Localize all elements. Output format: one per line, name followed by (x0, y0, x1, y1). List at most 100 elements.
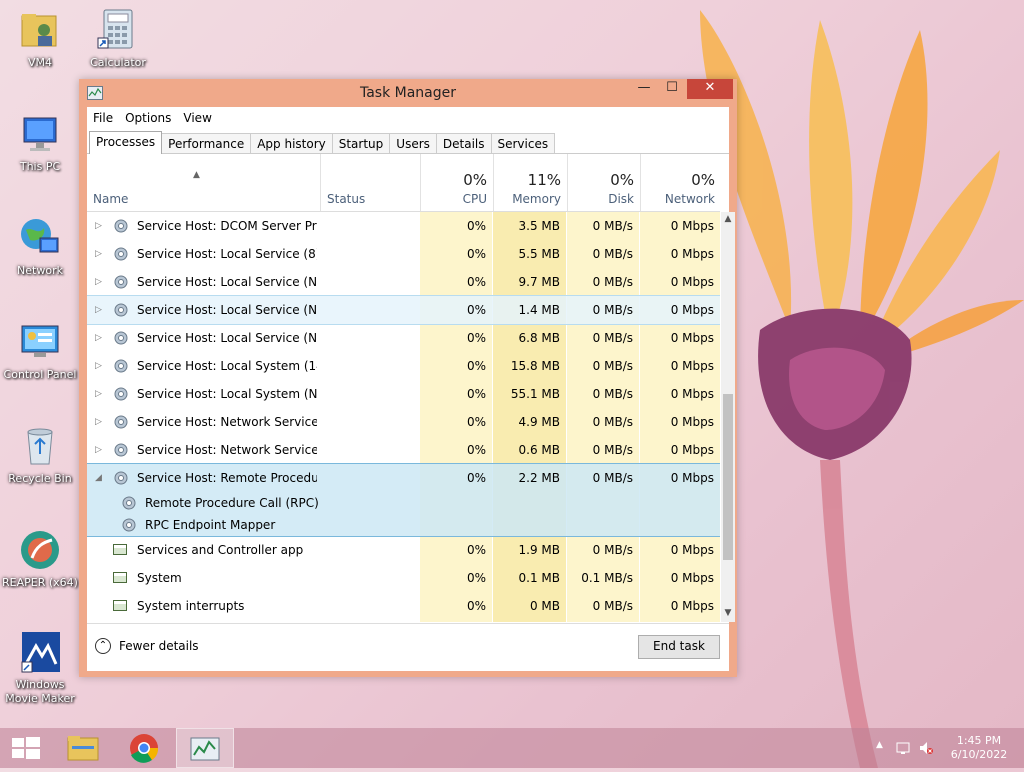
expand-arrow-icon[interactable]: ▷ (95, 352, 102, 380)
column-header-disk[interactable]: 0% Disk (567, 154, 640, 211)
chrome-icon (130, 734, 159, 763)
process-row[interactable]: ▷ Service Host: Local Service (No ... 0% 6.… (87, 324, 720, 352)
computer-icon (18, 112, 62, 156)
process-row[interactable]: ▷ Service Host: DCOM Server Proc... 0% 3.5 … (87, 212, 720, 240)
service-child-row[interactable]: Remote Procedure Call (RPC) (87, 492, 417, 514)
process-name: Service Host: Network Service (5) (137, 415, 317, 429)
desktop-icon-reaper[interactable]: REAPER (x64) (2, 528, 78, 590)
tab-performance[interactable]: Performance (161, 133, 252, 154)
desktop-icon-this-pc[interactable]: This PC (2, 112, 78, 174)
fewer-details-button[interactable]: ⌃ Fewer details (95, 638, 199, 654)
expand-arrow-icon[interactable]: ▷ (95, 240, 102, 268)
process-cpu: 0% (466, 359, 486, 373)
process-row[interactable]: ▷ Service Host: Local Service (No I... 0% 1… (87, 295, 720, 325)
desktop-icon-movie-maker[interactable]: Windows Movie Maker (2, 630, 78, 706)
taskbar-chrome[interactable] (116, 728, 172, 768)
process-row[interactable]: System interrupts 0% 0 MB 0 MB/s 0 Mbps (87, 592, 720, 620)
desktop-icon-network[interactable]: Network (2, 216, 78, 278)
process-name: Service Host: Local System (14) (137, 359, 317, 373)
process-memory: 1.9 MB (518, 543, 560, 557)
desktop-icon-recycle-bin[interactable]: Recycle Bin (2, 424, 78, 486)
expand-arrow-icon[interactable]: ▷ (95, 408, 102, 436)
process-name: Service Host: Remote Procedure... (137, 471, 317, 485)
reaper-icon (18, 528, 62, 572)
scroll-up-icon[interactable]: ▲ (721, 214, 735, 224)
network-globe-icon (18, 216, 62, 260)
process-row[interactable]: ▷ Service Host: Network Service (... 0% 0.6… (87, 436, 720, 464)
app-window-icon (113, 544, 127, 555)
volume-muted-icon[interactable] (918, 740, 934, 756)
tab-app-history[interactable]: App history (250, 133, 333, 154)
process-memory: 55.1 MB (510, 387, 560, 401)
tab-services[interactable]: Services (490, 133, 556, 154)
expand-arrow-icon[interactable]: ▷ (95, 324, 102, 352)
process-network: 0 Mbps (670, 219, 714, 233)
collapse-arrow-icon[interactable]: ◢ (95, 464, 102, 492)
expand-arrow-icon[interactable]: ▷ (95, 380, 102, 408)
process-row[interactable]: ◢ Service Host: Remote Procedure... 0% 2.2 … (87, 463, 720, 537)
scrollbar-thumb[interactable] (723, 394, 733, 560)
process-row[interactable]: ▷ Service Host: Local Service (Net... 0% 9.… (87, 268, 720, 296)
gear-icon (121, 517, 137, 533)
expand-arrow-icon[interactable]: ▷ (95, 268, 102, 296)
menu-file[interactable]: File (93, 111, 113, 125)
process-network: 0 Mbps (670, 359, 714, 373)
clock[interactable]: 1:45 PM 6/10/2022 (944, 734, 1014, 762)
process-disk: 0 MB/s (592, 471, 633, 485)
column-header-status[interactable]: Status (320, 154, 420, 211)
title-bar[interactable]: Task Manager — ☐ ✕ (79, 79, 737, 107)
process-cpu: 0% (466, 443, 486, 457)
menu-view[interactable]: View (183, 111, 211, 125)
close-button[interactable]: ✕ (687, 79, 733, 99)
scroll-down-icon[interactable]: ▼ (721, 608, 735, 618)
process-network: 0 Mbps (670, 443, 714, 457)
minimize-button[interactable]: — (631, 79, 657, 99)
network-status-icon[interactable] (896, 740, 912, 756)
process-memory: 6.8 MB (518, 331, 560, 345)
process-disk: 0 MB/s (592, 599, 633, 613)
menu-options[interactable]: Options (125, 111, 171, 125)
process-cpu: 0% (466, 219, 486, 233)
taskbar-file-explorer[interactable] (56, 728, 112, 768)
end-task-button[interactable]: End task (638, 635, 720, 659)
start-button[interactable] (0, 728, 56, 768)
tab-startup[interactable]: Startup (331, 133, 391, 154)
fewer-details-label: Fewer details (119, 639, 199, 653)
expand-arrow-icon[interactable]: ▷ (95, 212, 102, 240)
desktop-icon-vm4[interactable]: VM4 (2, 8, 78, 70)
maximize-button[interactable]: ☐ (659, 79, 685, 99)
vertical-scrollbar[interactable]: ▲ ▼ (721, 212, 735, 622)
expand-arrow-icon[interactable]: ▷ (95, 296, 102, 324)
process-cpu: 0% (466, 415, 486, 429)
desktop-icon-control-panel[interactable]: Control Panel (2, 320, 78, 382)
tab-details[interactable]: Details (435, 133, 492, 154)
process-row[interactable]: ▷ Service Host: Local System (14) 0% 15.8 M… (87, 352, 720, 380)
process-row[interactable]: ▷ Service Host: Local System (Net... 0% 55.… (87, 380, 720, 408)
column-header-network[interactable]: 0% Network (640, 154, 721, 211)
process-memory: 1.4 MB (518, 303, 560, 317)
process-cpu: 0% (466, 275, 486, 289)
task-manager-icon (190, 737, 220, 761)
process-row[interactable]: System 0% 0.1 MB 0.1 MB/s 0 Mbps (87, 564, 720, 592)
tab-processes[interactable]: Processes (89, 131, 163, 154)
show-hidden-icons-icon[interactable]: ▲ (876, 740, 883, 750)
process-name: Service Host: Local Service (8) (137, 247, 317, 261)
column-header-cpu[interactable]: 0% CPU (420, 154, 493, 211)
gear-icon (113, 246, 129, 262)
desktop-icon-calculator[interactable]: Calculator (80, 8, 156, 70)
process-row[interactable]: ▷ Service Host: Local Service (8) 0% 5.5 MB… (87, 240, 720, 268)
expand-arrow-icon[interactable]: ▷ (95, 436, 102, 464)
gear-icon (121, 495, 137, 511)
tab-users[interactable]: Users (389, 133, 437, 154)
process-name: Service Host: Local System (Net... (137, 387, 317, 401)
menu-bar: File Options View (87, 107, 729, 129)
process-network: 0 Mbps (670, 387, 714, 401)
process-row[interactable]: Services and Controller app 0% 1.9 MB 0 MB/… (87, 536, 720, 564)
column-header-memory[interactable]: 11% Memory (493, 154, 567, 211)
service-child-row[interactable]: RPC Endpoint Mapper (87, 514, 417, 536)
process-row[interactable]: ▷ Service Host: Network Service (5) 0% 4.9 … (87, 408, 720, 436)
clock-date: 6/10/2022 (950, 748, 1008, 761)
process-memory: 0 MB (529, 599, 560, 613)
taskbar-task-manager[interactable] (176, 728, 234, 768)
column-header-name[interactable]: ▲ Name (87, 154, 319, 211)
